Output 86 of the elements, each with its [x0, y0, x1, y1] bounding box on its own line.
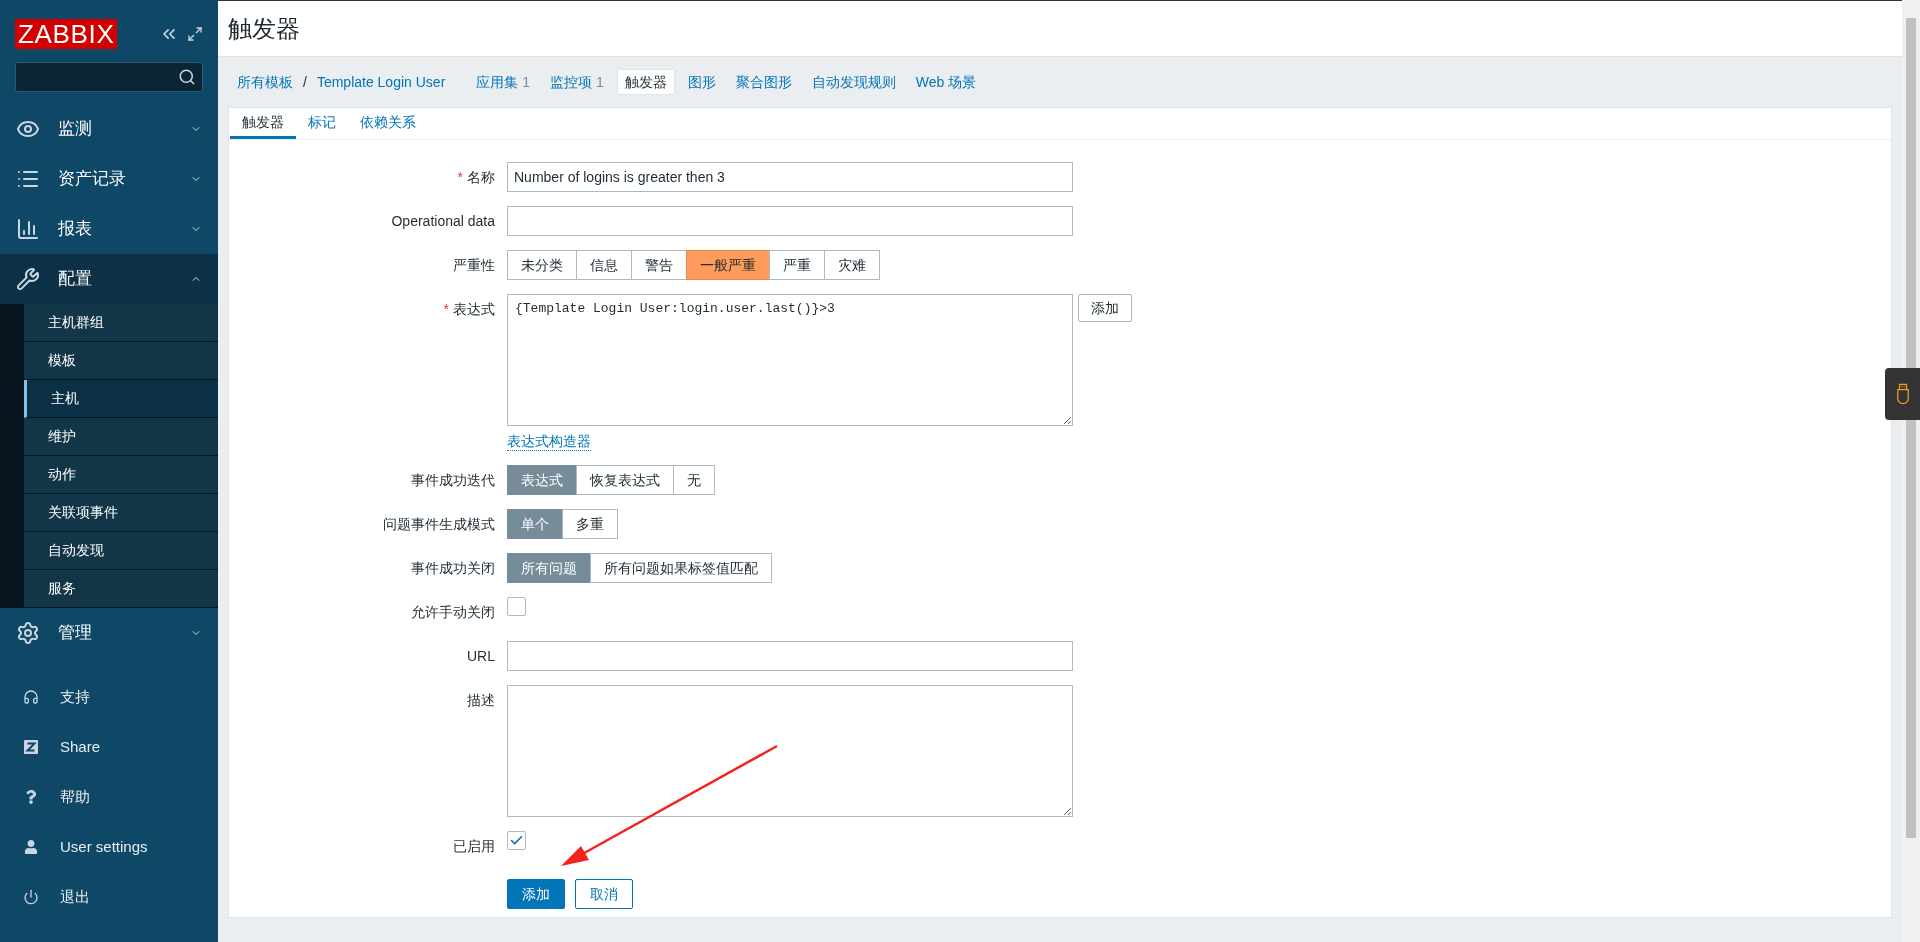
form-tab[interactable]: 依赖关系	[348, 108, 428, 139]
scrollbar[interactable]	[1902, 0, 1920, 942]
segment-option[interactable]: 未分类	[507, 250, 577, 280]
menu-item[interactable]: 资产记录	[0, 154, 218, 204]
submenu-item[interactable]: 关联项事件	[24, 494, 218, 532]
segment-option[interactable]: 一般严重	[686, 250, 770, 280]
nav-tab[interactable]: 应用集 1	[469, 69, 537, 95]
nav-tab[interactable]: 图形	[680, 69, 723, 95]
menu-label: 配置	[58, 268, 93, 291]
submenu-item[interactable]: 自动发现	[24, 532, 218, 570]
menu-label: 管理	[58, 622, 93, 645]
submenu-item[interactable]: 主机	[24, 380, 218, 418]
submenu-item[interactable]: 维护	[24, 418, 218, 456]
field-label: 描述	[467, 690, 495, 710]
menu-label: 报表	[58, 218, 93, 241]
submenu-item[interactable]: 主机群组	[24, 304, 218, 342]
form-tab[interactable]: 标记	[296, 108, 348, 139]
segment-option[interactable]: 所有问题如果标签值匹配	[590, 553, 772, 583]
headset-icon	[23, 689, 39, 705]
required-marker: *	[457, 167, 463, 187]
form-tab[interactable]: 触发器	[230, 108, 296, 139]
segment-option[interactable]: 无	[673, 465, 715, 495]
nav-tab[interactable]: 聚合图形	[728, 69, 799, 95]
nav-tab[interactable]: 自动发现规则	[804, 69, 903, 95]
field-label: 事件成功迭代	[411, 470, 495, 490]
field-label: Operational data	[391, 211, 495, 231]
power-icon	[23, 889, 39, 905]
submenu-item[interactable]: 动作	[24, 456, 218, 494]
logo[interactable]: ZABBIX	[15, 19, 118, 49]
user-icon	[24, 840, 38, 854]
field-label: 已启用	[453, 836, 495, 856]
wrench-icon	[16, 267, 40, 291]
nav-tab[interactable]: 触发器	[616, 69, 675, 95]
bar-chart-icon	[16, 217, 40, 241]
menu-item[interactable]: 管理	[0, 608, 218, 658]
text-field[interactable]: Number of logins is greater then 3	[507, 162, 1073, 192]
description-field[interactable]	[507, 685, 1073, 817]
segment-option[interactable]: 灾难	[824, 250, 880, 280]
segment-option[interactable]: 严重	[769, 250, 825, 280]
breadcrumb-link[interactable]: Template Login User	[316, 71, 446, 93]
menu-item[interactable]: 报表	[0, 204, 218, 254]
field-label: 事件成功关闭	[411, 558, 495, 578]
usb-drive-icon	[1895, 383, 1910, 405]
checkbox[interactable]	[507, 831, 526, 850]
add-button[interactable]: 添加	[1078, 294, 1132, 322]
menu-item[interactable]: 监测	[0, 104, 218, 154]
breadcrumb-link[interactable]: 所有模板	[237, 71, 293, 93]
field-label: 名称	[467, 167, 495, 187]
search-field[interactable]	[15, 62, 203, 92]
segment-option[interactable]: 警告	[631, 250, 687, 280]
menu-label: 监测	[58, 118, 93, 141]
sidebar-link[interactable]: Share	[60, 735, 101, 759]
usb-widget[interactable]	[1885, 368, 1920, 420]
menu-label: 资产记录	[58, 168, 127, 191]
checkbox[interactable]	[507, 597, 526, 616]
page-title: 触发器	[228, 13, 300, 44]
sidebar-link[interactable]: 支持	[60, 685, 90, 709]
nav-tab[interactable]: Web 场景	[908, 69, 984, 95]
field-label: 表达式	[453, 299, 495, 319]
square-icon	[24, 740, 38, 754]
field-label: 问题事件生成模式	[383, 514, 495, 534]
expression-builder-link[interactable]: 表达式构造器	[507, 432, 591, 451]
expression-field[interactable]: {Template Login User:login.user.last()}>3	[507, 294, 1073, 426]
required-marker: *	[443, 299, 449, 319]
segment-option[interactable]: 信息	[576, 250, 632, 280]
nav-tab[interactable]: 监控项 1	[543, 69, 611, 95]
text-field[interactable]	[507, 206, 1073, 236]
field-label: 允许手动关闭	[411, 602, 495, 622]
field-label: 严重性	[453, 255, 495, 275]
segment-option[interactable]: 多重	[562, 509, 618, 539]
help-icon	[25, 790, 37, 804]
search-icon[interactable]	[178, 68, 196, 86]
sidebar-link[interactable]: 帮助	[60, 785, 90, 809]
submenu-item[interactable]: 模板	[24, 342, 218, 380]
text-field[interactable]	[507, 641, 1073, 671]
field-label: URL	[467, 646, 495, 666]
segment-option[interactable]: 恢复表达式	[576, 465, 674, 495]
cancel-button[interactable]: 取消	[575, 879, 633, 909]
breadcrumb-separator: /	[303, 72, 307, 92]
gear-icon	[16, 621, 40, 645]
submit-button[interactable]: 添加	[507, 879, 565, 909]
expand-icon[interactable]	[187, 26, 203, 42]
submenu-item[interactable]: 服务	[24, 570, 218, 608]
sidebar-link[interactable]: 退出	[60, 885, 90, 909]
sidebar-link[interactable]: User settings	[60, 835, 148, 859]
menu-item[interactable]: 配置	[0, 254, 218, 304]
